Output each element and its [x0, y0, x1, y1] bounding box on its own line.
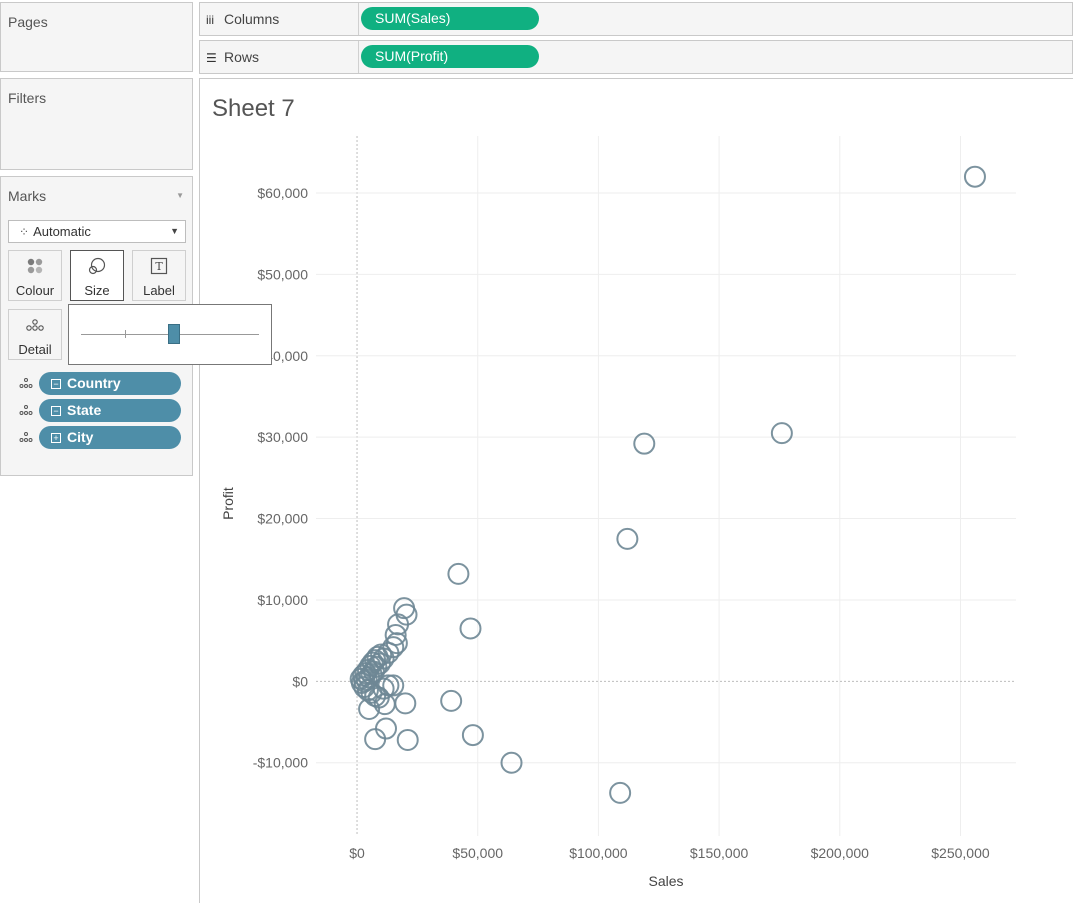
data-point [394, 692, 417, 715]
mark-type-dropdown[interactable]: ⁘ Automatic ▼ [8, 220, 186, 243]
size-icon [71, 257, 123, 283]
marks-title: Marks [8, 188, 47, 204]
detail-label: Detail [18, 342, 52, 357]
detail-button[interactable]: Detail [8, 309, 62, 360]
size-label: Size [84, 283, 110, 298]
city-pill[interactable]: + City [39, 426, 181, 449]
y-tick-label: $50,000 [257, 266, 308, 282]
colour-label: Colour [15, 283, 55, 298]
filters-title: Filters [8, 90, 47, 106]
data-point [396, 728, 419, 751]
label-button[interactable]: T Label [132, 250, 186, 301]
data-point [375, 717, 397, 740]
rows-icon: ☰ [206, 51, 217, 65]
rows-shelf-label: ☰ Rows [206, 49, 356, 65]
size-slider-popup [68, 304, 272, 365]
columns-shelf[interactable]: iii Columns SUM(Sales) [199, 2, 1073, 36]
marks-card-menu-icon[interactable]: ▼ [176, 191, 184, 200]
colour-button[interactable]: Colour [8, 250, 62, 301]
label-icon: T [133, 257, 185, 283]
country-pill-label: Country [67, 375, 121, 391]
columns-icon: iii [206, 13, 214, 27]
data-point [963, 165, 986, 188]
svg-text:T: T [155, 260, 163, 273]
x-axis-title: Sales [648, 873, 683, 889]
filters-card[interactable]: Filters [0, 78, 193, 170]
x-tick-label: $0 [349, 845, 365, 861]
y-tick-label: $30,000 [257, 429, 308, 445]
detail-icon [9, 316, 61, 342]
rows-shelf[interactable]: ☰ Rows SUM(Profit) [199, 40, 1073, 74]
city-pill-label: City [67, 429, 94, 445]
data-point [364, 728, 387, 751]
detail-dots-icon [19, 378, 33, 388]
shelf-divider [358, 3, 359, 35]
mark-type-label: Automatic [33, 224, 91, 239]
state-pill[interactable]: − State [39, 399, 181, 422]
size-slider-default-tick [125, 330, 126, 338]
y-tick-label: $10,000 [257, 592, 308, 608]
pages-card[interactable]: Pages [0, 2, 193, 72]
automatic-mark-icon: ⁘ [19, 225, 30, 239]
x-tick-label: $100,000 [569, 845, 628, 861]
pages-title: Pages [8, 14, 48, 30]
collapse-icon[interactable]: − [51, 379, 61, 389]
size-button[interactable]: Size [70, 250, 124, 301]
x-tick-label: $200,000 [811, 845, 870, 861]
y-axis-title: Profit [220, 487, 236, 520]
chevron-down-icon: ▼ [170, 226, 179, 236]
y-tick-label: $60,000 [257, 185, 308, 201]
worksheet-view[interactable]: Sheet 7 $0 $50,000 $100,000 $150,000 $200,00… [199, 78, 1073, 903]
data-point [447, 562, 470, 585]
rows-label-text: Rows [224, 49, 260, 65]
data-point [440, 689, 463, 712]
colour-icon [9, 257, 61, 283]
y-tick-label: -$10,000 [253, 755, 308, 771]
x-tick-label: $250,000 [931, 845, 990, 861]
size-slider-handle[interactable] [167, 324, 180, 344]
columns-shelf-label: iii Columns [206, 11, 356, 27]
sum-profit-pill[interactable]: SUM(Profit) [361, 45, 539, 68]
country-pill[interactable]: − Country [39, 372, 181, 395]
data-point [461, 724, 484, 747]
columns-label-text: Columns [224, 11, 280, 27]
shelf-divider [358, 41, 359, 73]
scatter-chart[interactable]: $0 $50,000 $100,000 $150,000 $200,000 $250,00… [200, 79, 1073, 903]
detail-dots-icon [19, 432, 33, 442]
state-pill-label: State [67, 402, 102, 418]
collapse-icon[interactable]: − [51, 406, 61, 416]
x-tick-label: $150,000 [690, 845, 749, 861]
x-tick-label: $50,000 [452, 845, 503, 861]
y-tick-label: $20,000 [257, 511, 308, 527]
sum-sales-pill[interactable]: SUM(Sales) [361, 7, 539, 30]
data-point [609, 781, 632, 804]
expand-icon[interactable]: + [51, 433, 61, 443]
detail-dots-icon [19, 405, 33, 415]
data-point [770, 422, 793, 445]
y-tick-label: $0 [292, 673, 308, 689]
label-label: Label [143, 283, 175, 298]
data-point [616, 527, 639, 550]
